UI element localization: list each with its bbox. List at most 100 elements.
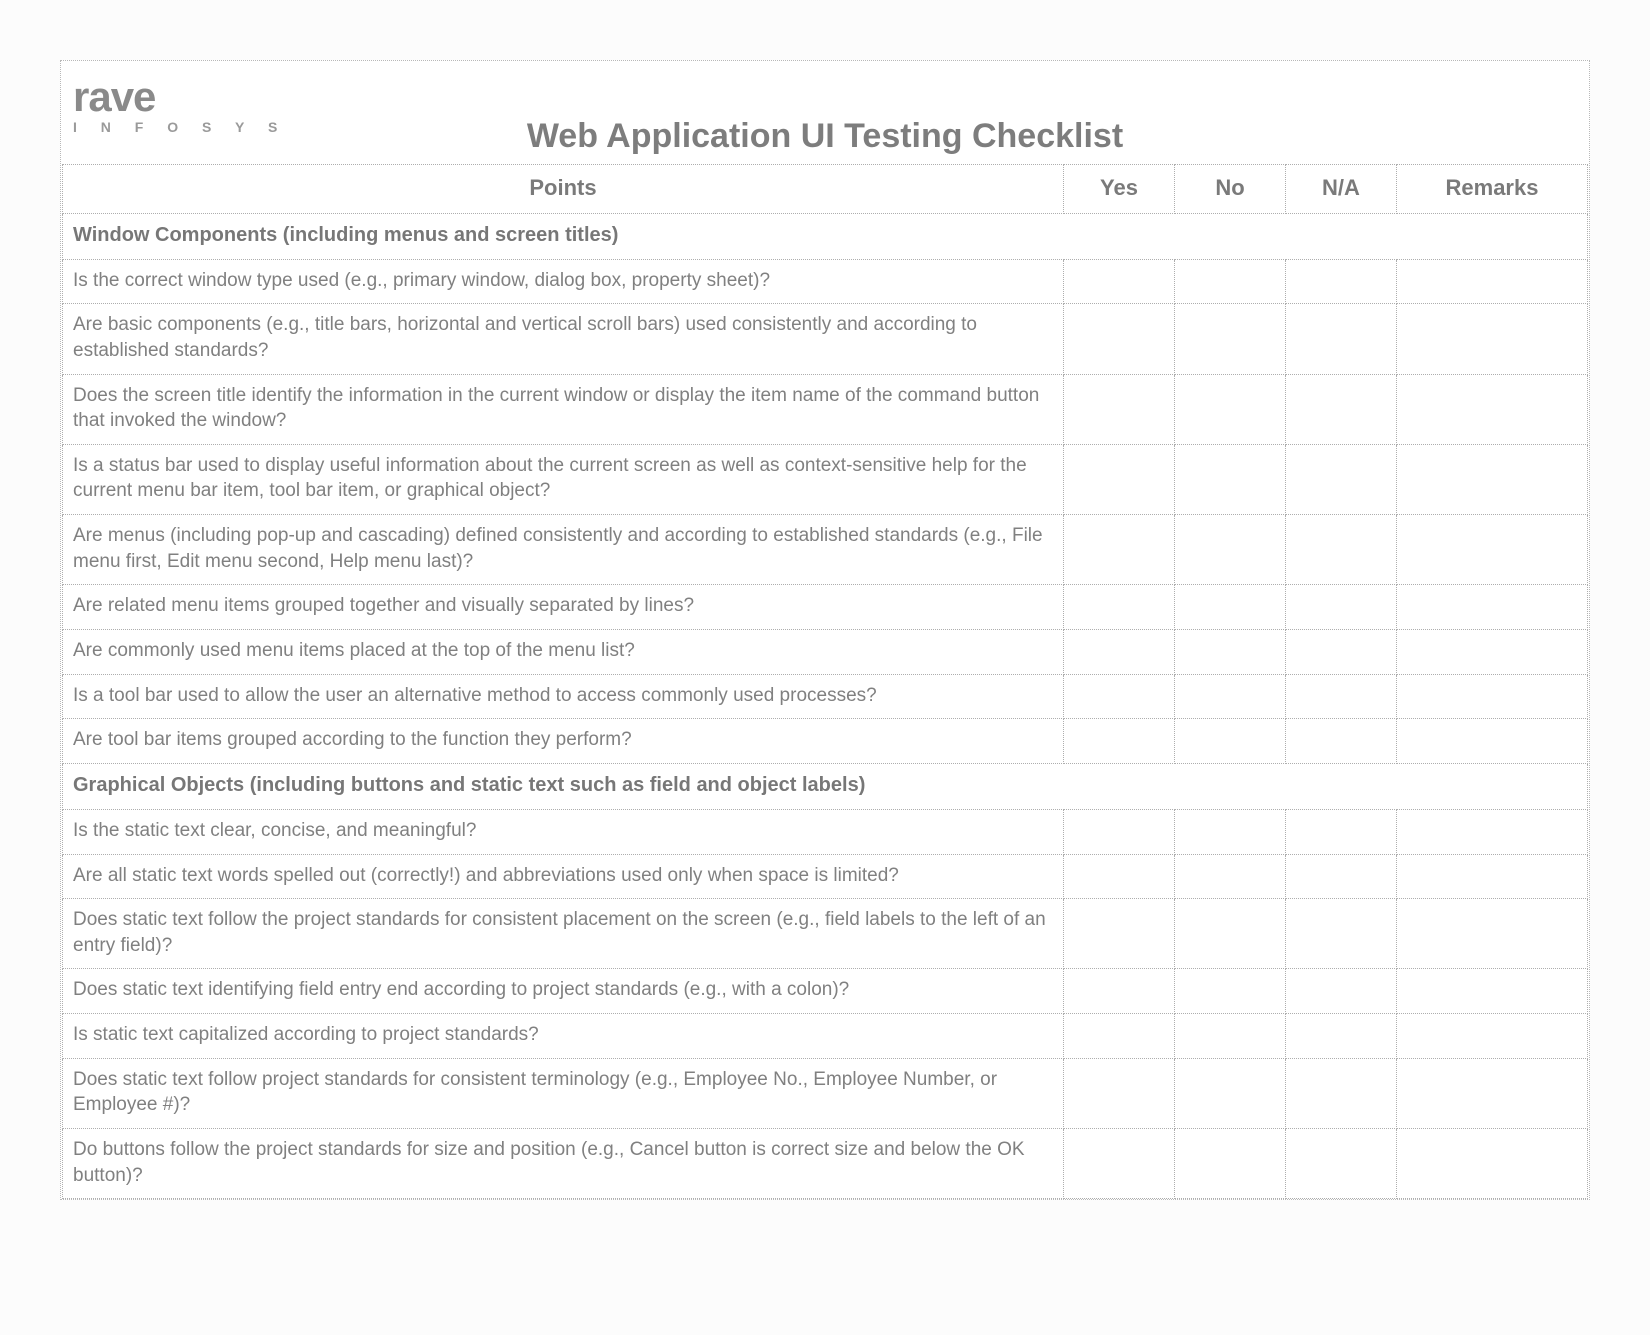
cell-na[interactable]: [1286, 585, 1397, 630]
section-heading: Graphical Objects (including buttons and…: [63, 763, 1588, 809]
table-row: Is the correct window type used (e.g., p…: [63, 259, 1588, 304]
checklist-point: Are related menu items grouped together …: [63, 585, 1064, 630]
cell-remarks[interactable]: [1397, 1129, 1588, 1199]
checklist-point: Is the static text clear, concise, and m…: [63, 809, 1064, 854]
section-row: Graphical Objects (including buttons and…: [63, 763, 1588, 809]
checklist-point: Does static text follow the project stan…: [63, 899, 1064, 969]
table-row: Is a tool bar used to allow the user an …: [63, 674, 1588, 719]
cell-remarks[interactable]: [1397, 629, 1588, 674]
checklist-point: Is a tool bar used to allow the user an …: [63, 674, 1064, 719]
document-page: rave I N F O S Y S Web Application UI Te…: [60, 60, 1590, 1200]
section-row: Window Components (including menus and s…: [63, 213, 1588, 259]
checklist-point: Are commonly used menu items placed at t…: [63, 629, 1064, 674]
cell-no[interactable]: [1175, 1129, 1286, 1199]
cell-na[interactable]: [1286, 719, 1397, 764]
cell-yes[interactable]: [1064, 809, 1175, 854]
cell-yes[interactable]: [1064, 259, 1175, 304]
cell-no[interactable]: [1175, 515, 1286, 585]
cell-remarks[interactable]: [1397, 854, 1588, 899]
cell-yes[interactable]: [1064, 1058, 1175, 1128]
cell-yes[interactable]: [1064, 854, 1175, 899]
cell-yes[interactable]: [1064, 899, 1175, 969]
checklist-point: Does the screen title identify the infor…: [63, 374, 1064, 444]
cell-remarks[interactable]: [1397, 1014, 1588, 1059]
cell-na[interactable]: [1286, 899, 1397, 969]
cell-no[interactable]: [1175, 854, 1286, 899]
cell-no[interactable]: [1175, 259, 1286, 304]
checklist-point: Are all static text words spelled out (c…: [63, 854, 1064, 899]
cell-no[interactable]: [1175, 304, 1286, 374]
cell-remarks[interactable]: [1397, 444, 1588, 514]
section-heading: Window Components (including menus and s…: [63, 213, 1588, 259]
cell-na[interactable]: [1286, 854, 1397, 899]
cell-na[interactable]: [1286, 629, 1397, 674]
cell-remarks[interactable]: [1397, 1058, 1588, 1128]
cell-na[interactable]: [1286, 515, 1397, 585]
cell-no[interactable]: [1175, 629, 1286, 674]
checklist-point: Are tool bar items grouped according to …: [63, 719, 1064, 764]
table-row: Are commonly used menu items placed at t…: [63, 629, 1588, 674]
cell-remarks[interactable]: [1397, 719, 1588, 764]
cell-yes[interactable]: [1064, 444, 1175, 514]
cell-remarks[interactable]: [1397, 899, 1588, 969]
checklist-point: Are menus (including pop-up and cascadin…: [63, 515, 1064, 585]
checklist-point: Are basic components (e.g., title bars, …: [63, 304, 1064, 374]
cell-na[interactable]: [1286, 1129, 1397, 1199]
cell-remarks[interactable]: [1397, 585, 1588, 630]
cell-na[interactable]: [1286, 259, 1397, 304]
table-row: Do buttons follow the project standards …: [63, 1129, 1588, 1199]
cell-na[interactable]: [1286, 1014, 1397, 1059]
cell-no[interactable]: [1175, 674, 1286, 719]
cell-remarks[interactable]: [1397, 374, 1588, 444]
table-row: Does static text follow project standard…: [63, 1058, 1588, 1128]
cell-no[interactable]: [1175, 374, 1286, 444]
cell-remarks[interactable]: [1397, 515, 1588, 585]
cell-na[interactable]: [1286, 304, 1397, 374]
cell-no[interactable]: [1175, 809, 1286, 854]
cell-yes[interactable]: [1064, 629, 1175, 674]
cell-no[interactable]: [1175, 1014, 1286, 1059]
cell-no[interactable]: [1175, 1058, 1286, 1128]
checklist-table: Points Yes No N/A Remarks Window Compone…: [62, 164, 1588, 1199]
header-row: Points Yes No N/A Remarks: [63, 164, 1588, 213]
table-row: Are basic components (e.g., title bars, …: [63, 304, 1588, 374]
cell-na[interactable]: [1286, 674, 1397, 719]
checklist-point: Is static text capitalized according to …: [63, 1014, 1064, 1059]
col-header-points: Points: [63, 164, 1064, 213]
cell-na[interactable]: [1286, 969, 1397, 1014]
cell-remarks[interactable]: [1397, 674, 1588, 719]
cell-remarks[interactable]: [1397, 809, 1588, 854]
table-row: Are tool bar items grouped according to …: [63, 719, 1588, 764]
cell-na[interactable]: [1286, 374, 1397, 444]
cell-yes[interactable]: [1064, 1014, 1175, 1059]
col-header-no: No: [1175, 164, 1286, 213]
cell-yes[interactable]: [1064, 585, 1175, 630]
table-row: Are all static text words spelled out (c…: [63, 854, 1588, 899]
cell-no[interactable]: [1175, 719, 1286, 764]
cell-yes[interactable]: [1064, 674, 1175, 719]
cell-no[interactable]: [1175, 899, 1286, 969]
cell-remarks[interactable]: [1397, 304, 1588, 374]
cell-no[interactable]: [1175, 444, 1286, 514]
col-header-na: N/A: [1286, 164, 1397, 213]
cell-no[interactable]: [1175, 969, 1286, 1014]
checklist-point: Does static text identifying field entry…: [63, 969, 1064, 1014]
cell-na[interactable]: [1286, 809, 1397, 854]
cell-yes[interactable]: [1064, 719, 1175, 764]
cell-yes[interactable]: [1064, 515, 1175, 585]
logo-main-text: rave: [73, 77, 1589, 117]
cell-remarks[interactable]: [1397, 259, 1588, 304]
cell-na[interactable]: [1286, 444, 1397, 514]
cell-yes[interactable]: [1064, 969, 1175, 1014]
cell-yes[interactable]: [1064, 1129, 1175, 1199]
cell-yes[interactable]: [1064, 374, 1175, 444]
cell-no[interactable]: [1175, 585, 1286, 630]
table-row: Is the static text clear, concise, and m…: [63, 809, 1588, 854]
cell-yes[interactable]: [1064, 304, 1175, 374]
table-row: Is static text capitalized according to …: [63, 1014, 1588, 1059]
cell-remarks[interactable]: [1397, 969, 1588, 1014]
table-row: Does the screen title identify the infor…: [63, 374, 1588, 444]
cell-na[interactable]: [1286, 1058, 1397, 1128]
col-header-yes: Yes: [1064, 164, 1175, 213]
checklist-body: Window Components (including menus and s…: [63, 213, 1588, 1199]
